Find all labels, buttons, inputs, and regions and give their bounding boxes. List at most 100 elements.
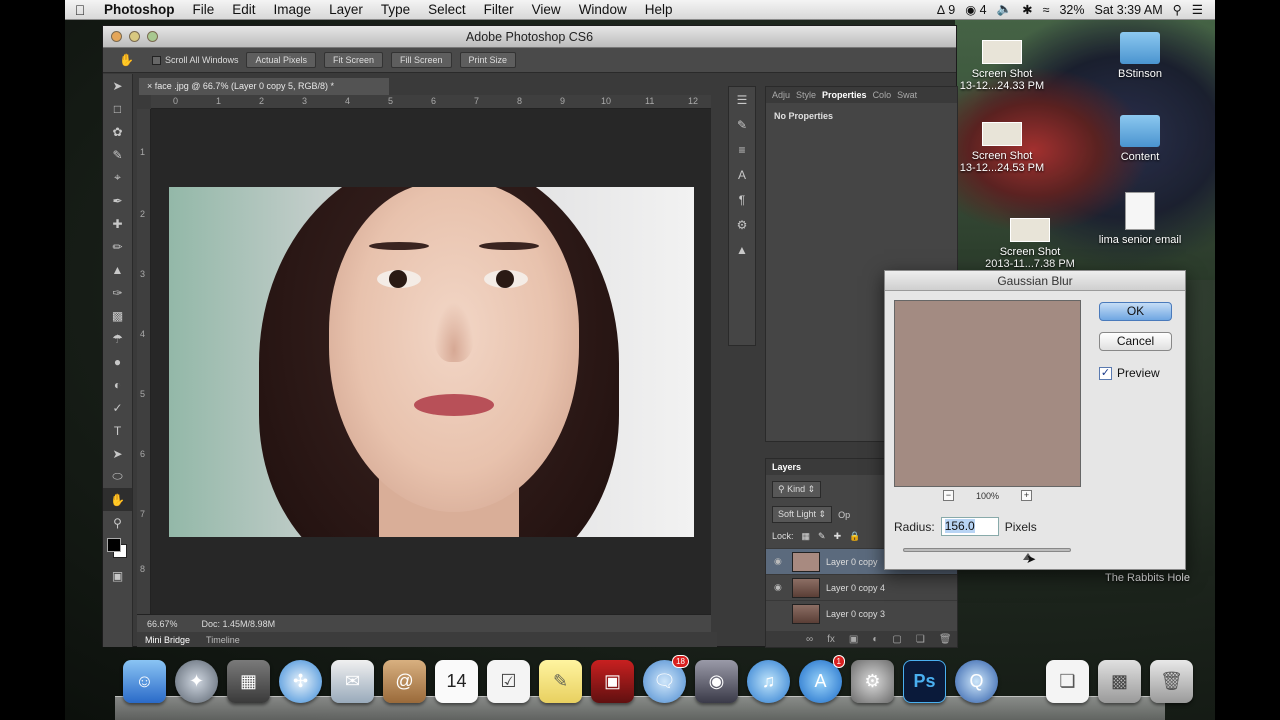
menu-image[interactable]: Image	[265, 2, 321, 17]
launchpad-icon[interactable]: ✦	[175, 660, 218, 703]
radius-slider-track[interactable]	[903, 548, 1071, 552]
lasso-tool-icon[interactable]: ✿	[103, 120, 132, 143]
tab-timeline[interactable]: Timeline	[206, 635, 240, 645]
clock[interactable]: Sat 3:39 AM	[1095, 3, 1163, 17]
finder-icon[interactable]: ☺	[123, 660, 166, 703]
spotlight-icon[interactable]: ⚲	[1173, 2, 1182, 17]
clone-source-icon[interactable]: ▲	[729, 237, 755, 262]
mask-icon[interactable]: ▣	[849, 634, 858, 645]
cc-status[interactable]: ◉ 4	[965, 2, 986, 17]
safari-icon[interactable]: ✣	[279, 660, 322, 703]
kind-filter-select[interactable]: ⚲ Kind ⇕	[772, 481, 822, 498]
tab-color[interactable]: Colo	[873, 90, 892, 100]
adjust-panel-icon[interactable]: ≡	[729, 137, 755, 162]
desktop-screenshot-1[interactable]: Screen Shot 13-12...24.33 PM	[947, 40, 1057, 92]
menu-edit[interactable]: Edit	[223, 2, 264, 17]
type-tool-icon[interactable]: T	[103, 419, 132, 442]
system-app-icon[interactable]: ▦	[227, 660, 270, 703]
desktop-folder-bstinson[interactable]: BStinson	[1085, 32, 1195, 80]
tab-swatches[interactable]: Swat	[897, 90, 917, 100]
fx-icon[interactable]: fx	[827, 634, 835, 645]
facetime-icon[interactable]: ◉	[695, 660, 738, 703]
ok-button[interactable]: OK	[1099, 302, 1172, 321]
layer-row[interactable]: ◉ Layer 0 copy 4	[766, 574, 957, 600]
link-icon[interactable]: ∞	[806, 634, 813, 645]
history-panel-icon[interactable]: ☰	[729, 87, 755, 112]
system-preferences-icon[interactable]: ⚙	[851, 660, 894, 703]
downloads-stack-icon[interactable]: ▩	[1098, 660, 1141, 703]
list-icon[interactable]: ☰	[1192, 2, 1203, 17]
stamp-tool-icon[interactable]: ▲	[103, 258, 132, 281]
tab-adjustments[interactable]: Adju	[772, 90, 790, 100]
blur-tool-icon[interactable]: ●	[103, 350, 132, 373]
visibility-eye-icon[interactable]: ◉	[774, 556, 786, 567]
wifi-icon[interactable]: ≈	[1043, 3, 1050, 17]
reminders-icon[interactable]: ☑	[487, 660, 530, 703]
path-select-tool-icon[interactable]: ➤	[103, 442, 132, 465]
menu-app[interactable]: Photoshop	[95, 2, 184, 17]
bluetooth-icon[interactable]: ✱	[1022, 2, 1032, 17]
pen-tool-icon[interactable]: ✓	[103, 396, 132, 419]
menu-type[interactable]: Type	[372, 2, 419, 17]
print-size-button[interactable]: Print Size	[459, 52, 517, 68]
fill-screen-button[interactable]: Fill Screen	[391, 52, 452, 68]
marquee-tool-icon[interactable]: □	[103, 97, 132, 120]
actual-pixels-button[interactable]: Actual Pixels	[246, 52, 317, 68]
apple-icon[interactable]: 	[65, 2, 95, 18]
preview-checkbox-row[interactable]: ✓ Preview	[1099, 366, 1160, 380]
documents-stack-icon[interactable]: ❏	[1046, 660, 1089, 703]
lock-all-icon[interactable]: 🔒	[849, 531, 860, 542]
tool-presets-icon[interactable]: ⚙	[729, 212, 755, 237]
itunes-icon[interactable]: ♫	[747, 660, 790, 703]
blur-preview[interactable]	[894, 300, 1081, 487]
paint-bucket-tool-icon[interactable]: ☂	[103, 327, 132, 350]
volume-icon[interactable]: 🔈	[997, 2, 1013, 17]
zoom-out-button[interactable]: −	[942, 490, 954, 501]
doc-size[interactable]: Doc: 1.45M/8.98M	[202, 619, 276, 629]
desktop-screenshot-2[interactable]: Screen Shot 13-12...24.53 PM	[947, 122, 1057, 174]
healing-tool-icon[interactable]: ✚	[103, 212, 132, 235]
tab-mini-bridge[interactable]: Mini Bridge	[145, 635, 190, 645]
history-brush-tool-icon[interactable]: ✑	[103, 281, 132, 304]
contacts-icon[interactable]: @	[383, 660, 426, 703]
tab-properties[interactable]: Properties	[822, 90, 867, 100]
trash-icon[interactable]: 🗑	[1150, 660, 1193, 703]
document-tab[interactable]: × face .jpg @ 66.7% (Layer 0 copy 5, RGB…	[139, 78, 389, 95]
lock-paint-icon[interactable]: ✎	[818, 531, 826, 542]
brush-panel-icon[interactable]: ✎	[729, 112, 755, 137]
dialog-title[interactable]: Gaussian Blur	[885, 271, 1185, 291]
cancel-button[interactable]: Cancel	[1099, 332, 1172, 351]
dodge-tool-icon[interactable]: ◐	[103, 373, 132, 396]
quicktime-icon[interactable]: Q	[955, 660, 998, 703]
radius-input[interactable]: 156.0	[940, 517, 999, 536]
mail-icon[interactable]: ✉	[331, 660, 374, 703]
new-layer-icon[interactable]: ❏	[916, 634, 925, 645]
layer-row[interactable]: Layer 0 copy 3	[766, 600, 957, 626]
fit-screen-button[interactable]: Fit Screen	[324, 52, 384, 68]
move-tool-icon[interactable]: ➤	[103, 74, 132, 97]
zoom-tool-icon[interactable]: ⚲	[103, 511, 132, 534]
paragraph-panel-icon[interactable]: ¶	[729, 187, 755, 212]
adobe-status[interactable]: ∆ 9	[937, 3, 955, 17]
hand-tool-icon[interactable]: ✋	[119, 53, 134, 67]
tab-styles[interactable]: Style	[796, 90, 816, 100]
document-canvas[interactable]	[151, 109, 711, 614]
menu-view[interactable]: View	[523, 2, 570, 17]
eraser-tool-icon[interactable]: ▩	[103, 304, 132, 327]
hand-tool-icon[interactable]: ✋	[103, 488, 132, 511]
lock-pixels-icon[interactable]: ▦	[802, 531, 811, 542]
zoom-in-button[interactable]: +	[1021, 490, 1033, 501]
menu-help[interactable]: Help	[636, 2, 682, 17]
quick-select-tool-icon[interactable]: ✎	[103, 143, 132, 166]
visibility-eye-icon[interactable]: ◉	[774, 582, 786, 593]
zoom-level[interactable]: 66.67%	[147, 619, 178, 629]
menu-select[interactable]: Select	[419, 2, 475, 17]
calendar-icon[interactable]: 14	[435, 660, 478, 703]
foreground-color-swatch[interactable]	[107, 538, 121, 552]
notes-icon[interactable]: ✎	[539, 660, 582, 703]
desktop-folder-content[interactable]: Content	[1085, 115, 1195, 163]
menu-layer[interactable]: Layer	[320, 2, 372, 17]
shape-tool-icon[interactable]: ⬭	[103, 465, 132, 488]
desktop-doc-lima[interactable]: lima senior email	[1085, 192, 1195, 246]
photo-booth-icon[interactable]: ▣	[591, 660, 634, 703]
